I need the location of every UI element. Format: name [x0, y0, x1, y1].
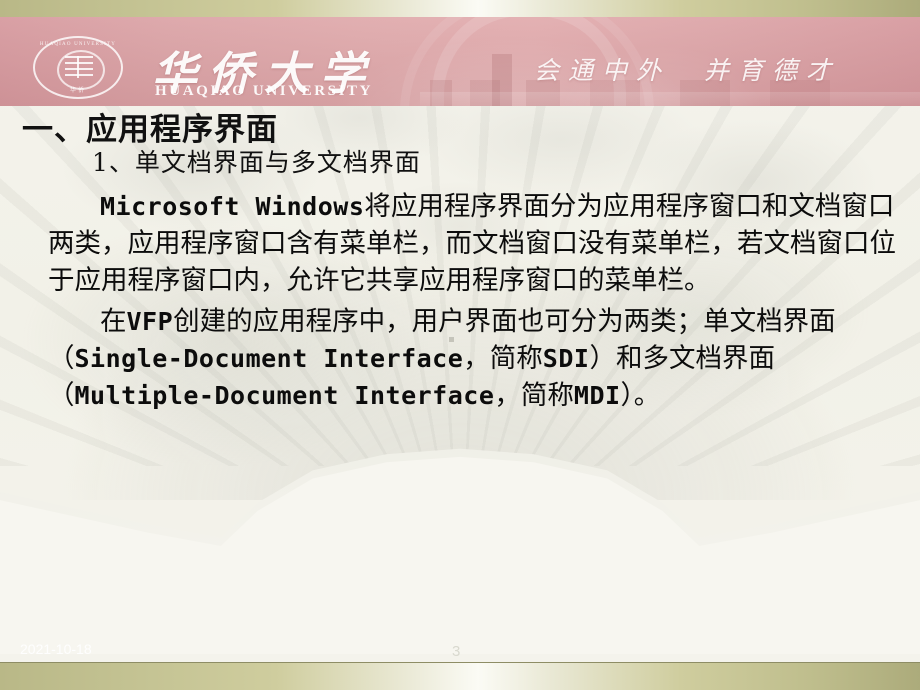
seal-text-top: HUAQIAO UNIVERSITY [39, 42, 117, 47]
footer-date: 2021-10-18 [20, 641, 92, 657]
text-run: VFP [126, 307, 174, 336]
slide-subtitle: 1、单文档界面与多文档界面 [92, 148, 421, 177]
slide-body-text: Microsoft Windows将应用程序界面分为应用程序窗口和文档窗口两类，… [48, 188, 898, 418]
body-paragraph-2: 在VFP创建的应用程序中，用户界面也可分为两类；单文档界面（Single-Doc… [48, 303, 898, 414]
campus-water-reflection [420, 92, 920, 106]
bottom-accent-bar [0, 662, 920, 690]
top-accent-bar [0, 0, 920, 17]
text-run: Microsoft Windows [100, 192, 365, 221]
text-run: Multiple-Document Interface [74, 381, 495, 410]
decorative-dot [449, 337, 454, 342]
text-run: SDI [542, 344, 590, 373]
text-run: ，简称 [463, 343, 543, 374]
presentation-slide: HUAQIAO UNIVERSITY 华侨 华侨大学 HUAQIAO UNIVE… [0, 0, 920, 690]
text-run: Single-Document Interface [74, 344, 464, 373]
text-run: 在 [100, 306, 127, 337]
text-run: ，简称 [494, 380, 574, 411]
university-header-banner: HUAQIAO UNIVERSITY 华侨 华侨大学 HUAQIAO UNIVE… [0, 17, 920, 106]
seal-text-bottom: 华侨 [69, 88, 86, 94]
university-seal-icon: HUAQIAO UNIVERSITY 华侨 [33, 36, 123, 99]
text-run: MDI [573, 381, 621, 410]
university-motto: 会通中外 并育德才 [534, 58, 841, 85]
body-paragraph-1: Microsoft Windows将应用程序界面分为应用程序窗口和文档窗口两类，… [48, 188, 898, 299]
text-run: ）。 [620, 380, 661, 411]
footer-page-number: 3 [452, 643, 461, 660]
university-name-en: HUAQIAO UNIVERSITY [155, 83, 374, 99]
